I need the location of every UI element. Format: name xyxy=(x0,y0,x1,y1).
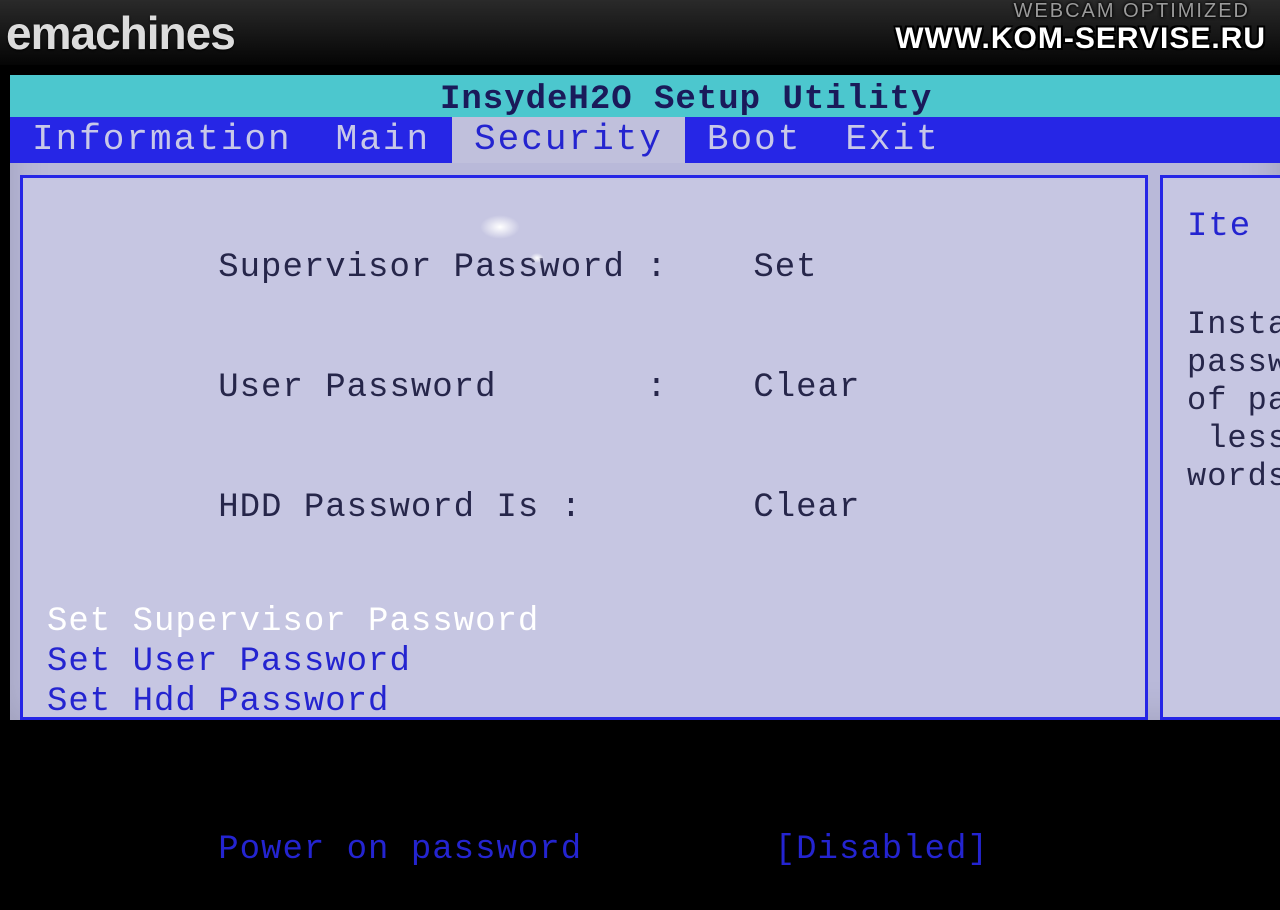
url-watermark: WWW.KOM-SERVISE.RU xyxy=(895,22,1266,56)
brand-logo: emachines xyxy=(6,6,235,60)
tab-main[interactable]: Main xyxy=(314,117,452,163)
power-on-password-label: Power on password xyxy=(218,831,582,869)
supervisor-password-value: Set xyxy=(753,249,817,287)
set-user-password[interactable]: Set User Password xyxy=(47,642,1121,682)
bios-menu-bar: Information Main Security Boot Exit xyxy=(10,117,1280,163)
hdd-password-row: HDD Password Is : Clear xyxy=(47,448,1121,568)
security-pane: Supervisor Password : Set User Password … xyxy=(20,175,1148,720)
set-hdd-password[interactable]: Set Hdd Password xyxy=(47,682,1121,722)
supervisor-password-label: Supervisor Password : xyxy=(218,249,667,287)
tab-exit[interactable]: Exit xyxy=(823,117,961,163)
user-password-label: User Password : xyxy=(218,369,667,407)
help-header: Ite xyxy=(1187,208,1280,246)
hdd-password-value: Clear xyxy=(753,489,860,527)
supervisor-password-row: Supervisor Password : Set xyxy=(47,208,1121,328)
set-supervisor-password[interactable]: Set Supervisor Password xyxy=(47,602,1121,642)
webcam-watermark: WEBCAM OPTIMIZED xyxy=(1014,0,1250,23)
user-password-row: User Password : Clear xyxy=(47,328,1121,448)
tab-information[interactable]: Information xyxy=(10,117,314,163)
help-pane: Ite Instal passwo of pas less o words. xyxy=(1160,175,1280,720)
help-body: Instal passwo of pas less o words. xyxy=(1187,306,1280,496)
bios-title: InsydeH2O Setup Utility xyxy=(10,75,1280,117)
power-on-password-value: [Disabled] xyxy=(775,831,989,869)
hdd-password-label: HDD Password Is : xyxy=(218,489,582,527)
tab-security[interactable]: Security xyxy=(452,117,685,163)
bios-screen: InsydeH2O Setup Utility Information Main… xyxy=(10,75,1280,720)
power-on-password-row[interactable]: Power on password [Disabled] xyxy=(47,790,1121,910)
tab-boot[interactable]: Boot xyxy=(685,117,823,163)
laptop-bezel: emachines WEBCAM OPTIMIZED WWW.KOM-SERVI… xyxy=(0,0,1280,65)
user-password-value: Clear xyxy=(753,369,860,407)
